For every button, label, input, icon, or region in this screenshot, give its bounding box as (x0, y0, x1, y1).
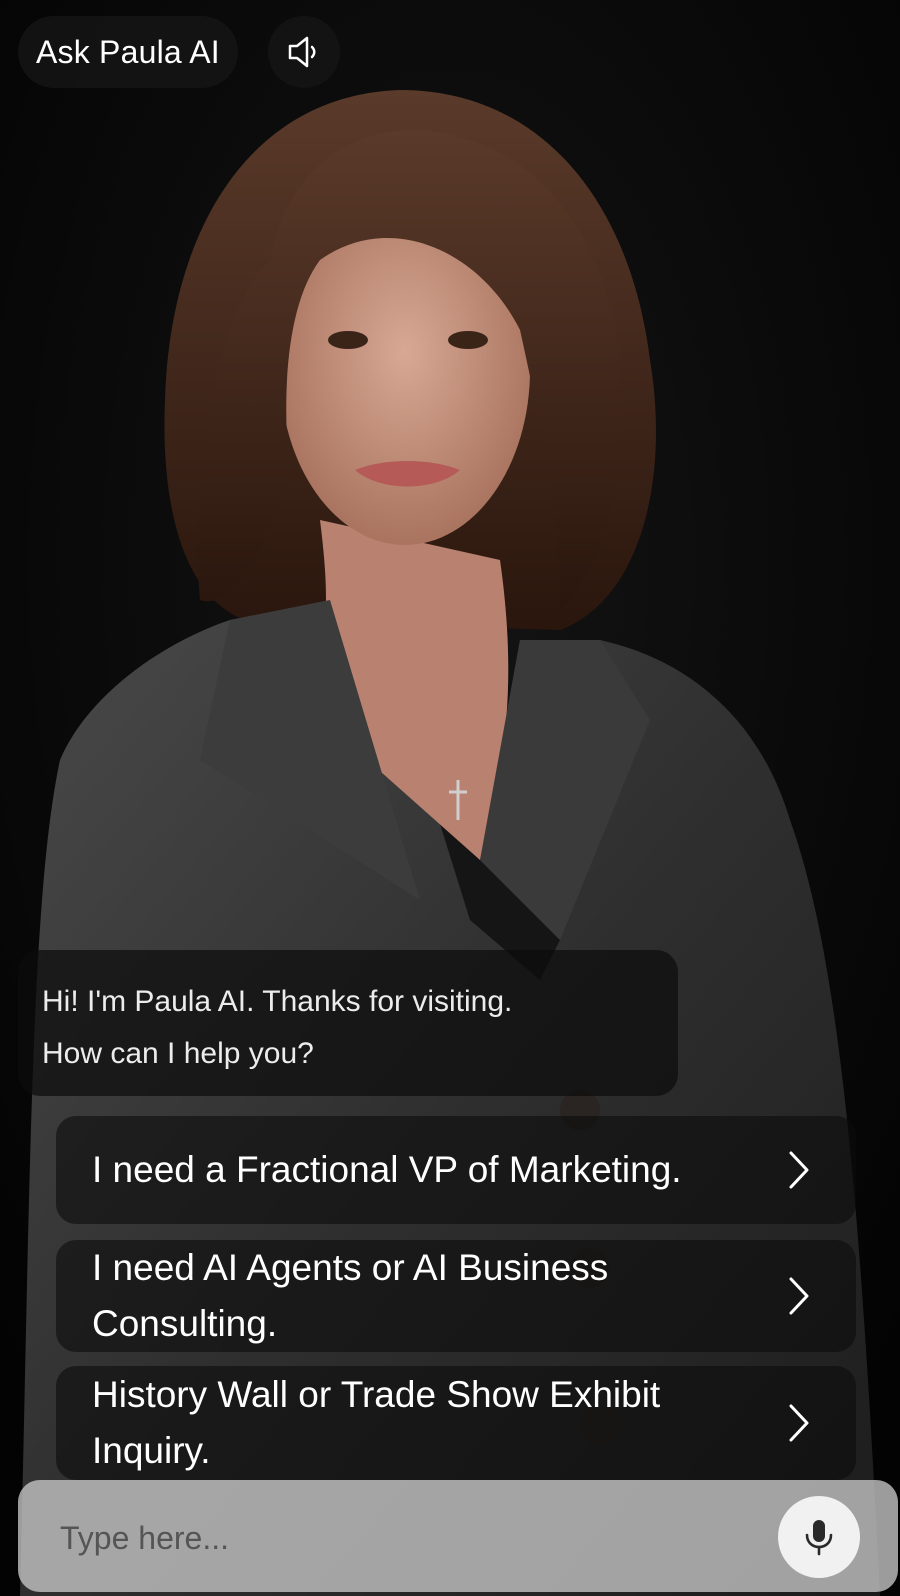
greeting-line-2: How can I help you? (42, 1037, 314, 1070)
assistant-greeting-message: Hi! I'm Paula AI. Thanks for visiting. H… (18, 950, 678, 1096)
speaker-icon (288, 36, 316, 68)
chevron-right-icon (789, 1277, 809, 1315)
option-ai-agents-consulting[interactable]: I need AI Agents or AI Business Consulti… (56, 1240, 856, 1352)
greeting-line-1: Hi! I'm Paula AI. Thanks for visiting. (42, 985, 513, 1018)
message-input[interactable] (58, 1510, 742, 1566)
chat-screen: Ask Paula AI Hi! I'm Paula AI. Thanks fo… (0, 0, 900, 1596)
option-label: I need AI Agents or AI Business Consulti… (92, 1247, 609, 1344)
option-label: History Wall or Trade Show Exhibit Inqui… (92, 1374, 661, 1471)
sound-toggle-button[interactable] (268, 16, 340, 88)
voice-input-button[interactable] (778, 1496, 860, 1578)
option-history-wall-trade-show[interactable]: History Wall or Trade Show Exhibit Inqui… (56, 1366, 856, 1480)
option-fractional-vp-marketing[interactable]: I need a Fractional VP of Marketing. (56, 1116, 856, 1224)
portrait-background (0, 0, 900, 1596)
microphone-icon (805, 1520, 833, 1556)
app-title: Ask Paula AI (18, 16, 238, 88)
message-input-bar (18, 1480, 898, 1592)
chevron-right-icon (789, 1404, 809, 1442)
chevron-right-icon (789, 1151, 809, 1189)
option-label: I need a Fractional VP of Marketing. (92, 1149, 682, 1190)
